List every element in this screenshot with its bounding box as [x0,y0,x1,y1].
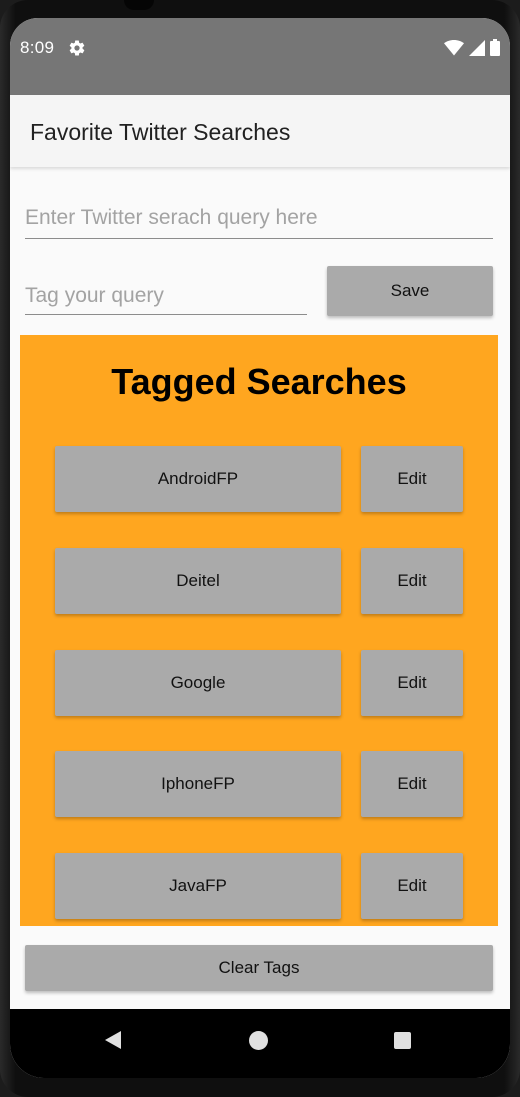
battery-icon [490,39,500,56]
tag-button-iphonefp[interactable]: IphoneFP [55,751,341,817]
recents-icon[interactable] [394,1032,411,1049]
wifi-icon [444,39,464,55]
tag-query-input[interactable] [25,278,307,315]
save-button[interactable]: Save [327,266,493,316]
tagged-searches-title: Tagged Searches [111,361,407,402]
camera-notch [124,0,154,10]
device-frame: 8:09 Favorite Twitter Searches Enter Twi… [0,0,520,1097]
app-bar: Favorite Twitter Searches [10,95,510,167]
status-icons [444,39,500,56]
signal-icon [469,39,485,56]
tag-button-google[interactable]: Google [55,650,341,716]
tag-button-javafp[interactable]: JavaFP [55,853,341,919]
search-query-input[interactable] [25,198,493,239]
settings-gear-icon [69,40,85,56]
status-time: 8:09 [20,38,55,57]
home-icon[interactable] [249,1031,268,1050]
navigation-bar [10,1009,510,1078]
back-icon[interactable] [105,1031,121,1049]
app-title: Favorite Twitter Searches [30,119,291,145]
tag-button-deitel[interactable]: Deitel [55,548,341,614]
edit-button-deitel[interactable]: Edit [361,548,463,614]
tag-button-androidfp[interactable]: AndroidFP [55,446,341,512]
clear-tags-button[interactable]: Clear Tags [25,945,493,991]
edit-button-google[interactable]: Edit [361,650,463,716]
screen: 8:09 Favorite Twitter Searches Enter Twi… [10,18,510,1078]
edit-button-androidfp[interactable]: Edit [361,446,463,512]
edit-button-javafp[interactable]: Edit [361,853,463,919]
status-bar: 8:09 [10,18,510,95]
edit-button-iphonefp[interactable]: Edit [361,751,463,817]
tagged-searches-panel: Tagged Searches AndroidFP Edit Deitel Ed… [20,335,498,926]
